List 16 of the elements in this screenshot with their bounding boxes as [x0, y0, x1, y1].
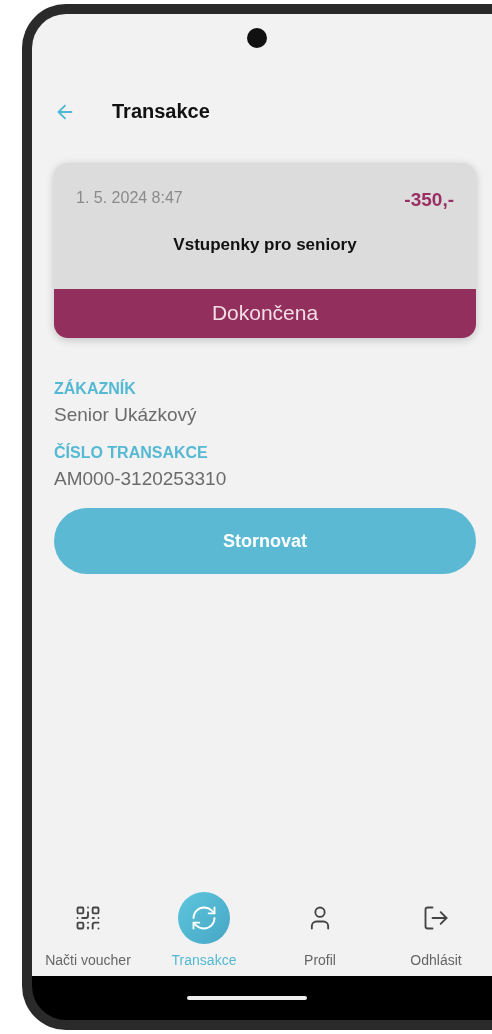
qr-code-icon — [74, 904, 102, 932]
field-value: Senior Ukázkový — [54, 404, 198, 426]
transaction-date: 1. 5. 2024 8:47 — [76, 189, 183, 208]
field-label: ČÍSLO TRANSAKCE — [54, 444, 209, 462]
transaction-name: Vstupenky pro seniory — [172, 234, 358, 256]
nav-item[interactable]: Profil — [272, 892, 368, 968]
field-label: ZÁKAZNÍK — [54, 380, 137, 398]
nav-item[interactable]: Odhlásit — [388, 892, 484, 968]
refresh-icon — [190, 904, 218, 932]
transaction-amount: -350,- — [404, 189, 454, 211]
status-bar: Dokončena — [54, 289, 476, 338]
logout-icon — [422, 904, 450, 932]
camera-icon — [247, 28, 267, 48]
page-title: Transakce — [112, 100, 210, 123]
nav-item[interactable]: Načti voucher — [40, 892, 136, 968]
field-value: AM000-3120253310 — [54, 468, 228, 490]
